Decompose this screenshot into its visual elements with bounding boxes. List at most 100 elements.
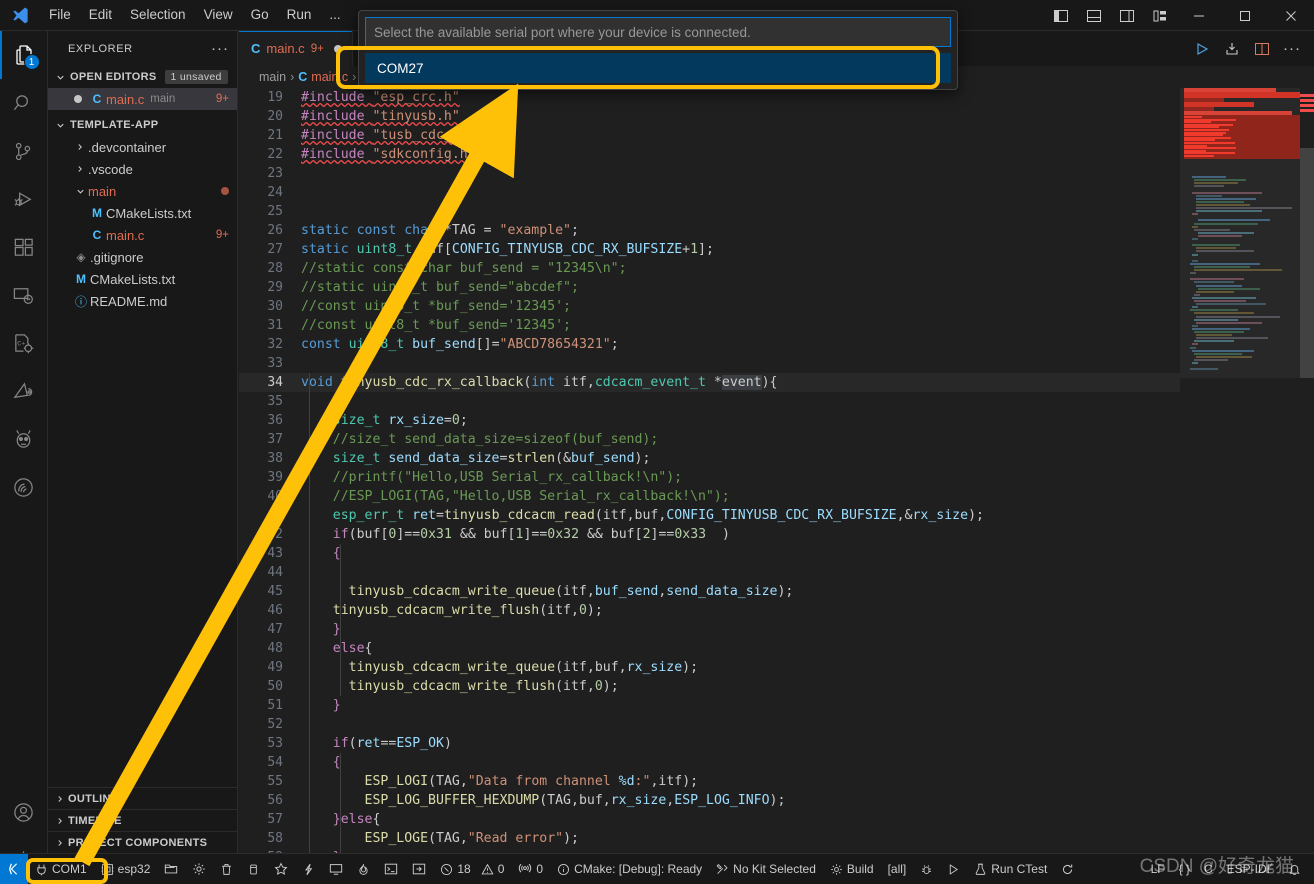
code-editor[interactable]: 19 #include "esp_crc.h" 20 #include "tinyus… <box>239 88 1314 853</box>
code-line[interactable]: 33 <box>239 354 1180 373</box>
tab-main-c[interactable]: C main.c 9+ <box>239 31 353 66</box>
code-line[interactable]: 28 //static const char buf_send = "12345\… <box>239 259 1180 278</box>
tree-item-devcontainer[interactable]: .devcontainer <box>48 136 237 158</box>
run-file-icon[interactable] <box>1188 34 1216 64</box>
code-line[interactable]: 30 //const uint8_t *buf_send='12345'; <box>239 297 1180 316</box>
split-editor-icon[interactable] <box>1248 34 1276 64</box>
sidebar-more-actions-icon[interactable]: ··· <box>211 40 229 57</box>
code-line[interactable]: 55 ESP_LOGI(TAG,"Data from channel %d:",… <box>239 772 1180 791</box>
tree-item-readme[interactable]: ⓘ README.md <box>48 290 237 312</box>
status-problems-errors[interactable]: 18 0 <box>433 854 511 884</box>
status-build-flash-monitor[interactable] <box>295 854 322 884</box>
code-line[interactable]: 51 } <box>239 696 1180 715</box>
status-sdk-configuration[interactable] <box>185 854 213 884</box>
status-cmake-launch[interactable] <box>940 854 967 884</box>
code-line[interactable]: 42 if(buf[0]==0x31 && buf[1]==0x32 && bu… <box>239 525 1180 544</box>
code-line[interactable]: 58 ESP_LOGE(TAG,"Read error"); <box>239 829 1180 848</box>
status-ports[interactable]: 0 <box>511 854 550 884</box>
status-favorites[interactable] <box>267 854 295 884</box>
code-line[interactable]: 35 <box>239 392 1180 411</box>
tree-item-main-cmakelists[interactable]: M CMakeLists.txt <box>48 202 237 224</box>
code-line[interactable]: 20 #include "tinyusb.h" <box>239 107 1180 126</box>
status-flash-device[interactable] <box>240 854 267 884</box>
status-open-external[interactable] <box>405 854 433 884</box>
status-cmake-state[interactable]: CMake: [Debug]: Ready <box>550 854 709 884</box>
code-line[interactable]: 31 //const uint8_t *buf_send='12345'; <box>239 316 1180 335</box>
menu-file[interactable]: File <box>40 3 80 27</box>
close-icon[interactable] <box>1268 0 1314 31</box>
activity-platformio[interactable] <box>0 415 48 463</box>
status-cmake-debug[interactable] <box>913 854 940 884</box>
status-flame[interactable] <box>350 854 377 884</box>
status-cmake-kit[interactable]: No Kit Selected <box>709 854 823 884</box>
code-line[interactable]: 21 #include "tusb_cdc_acm.h" <box>239 126 1180 145</box>
menu-edit[interactable]: Edit <box>80 3 121 27</box>
quick-pick-item-com27[interactable]: COM27 <box>365 53 951 83</box>
code-line[interactable]: 41 esp_err_t ret=tinyusb_cdcacm_read(itf… <box>239 506 1180 525</box>
status-target-chip[interactable]: esp32 <box>94 854 158 884</box>
code-line[interactable]: 37 //size_t send_data_size=sizeof(buf_se… <box>239 430 1180 449</box>
code-line[interactable]: 40 //ESP_LOGI(TAG,"Hello,USB Serial_rx_c… <box>239 487 1180 506</box>
tree-item-vscode[interactable]: .vscode <box>48 158 237 180</box>
code-line[interactable]: 45 tinyusb_cdcacm_write_queue(itf,buf_se… <box>239 582 1180 601</box>
code-line[interactable]: 44 <box>239 563 1180 582</box>
activity-search[interactable] <box>0 79 48 127</box>
code-line[interactable]: 53 if(ret==ESP_OK) <box>239 734 1180 753</box>
minimap[interactable] <box>1180 88 1300 853</box>
activity-source-control[interactable] <box>0 127 48 175</box>
code-line[interactable]: 27 static uint8_t buf[CONFIG_TINYUSB_CDC_… <box>239 240 1180 259</box>
code-line[interactable]: 56 ESP_LOG_BUFFER_HEXDUMP(TAG,buf,rx_siz… <box>239 791 1180 810</box>
code-line[interactable]: 54 { <box>239 753 1180 772</box>
status-open-terminal[interactable] <box>377 854 405 884</box>
status-cmake-target[interactable]: [all] <box>881 854 914 884</box>
activity-cmake-tools[interactable]: C+ <box>0 319 48 367</box>
code-line[interactable]: 38 size_t send_data_size=strlen(&buf_sen… <box>239 449 1180 468</box>
flash-download-icon[interactable] <box>1218 34 1246 64</box>
menu-view[interactable]: View <box>195 3 242 27</box>
remote-window-icon[interactable] <box>0 853 28 884</box>
menu-go[interactable]: Go <box>242 3 278 27</box>
status-cmake-build[interactable]: Build <box>823 854 881 884</box>
menu-run[interactable]: Run <box>278 3 321 27</box>
activity-extensions[interactable] <box>0 223 48 271</box>
toggle-panel-icon[interactable] <box>1077 0 1110 31</box>
code-line[interactable]: 34 void tinyusb_cdc_rx_callback(int itf,c… <box>239 373 1180 392</box>
editor-scrollbar[interactable] <box>1300 88 1314 853</box>
tree-item-gitignore[interactable]: ◈ .gitignore <box>48 246 237 268</box>
quick-pick-dialog[interactable]: COM27 <box>358 10 958 90</box>
status-run-ctest[interactable]: Run CTest <box>967 854 1054 884</box>
status-eol[interactable]: LF <box>1144 854 1172 884</box>
status-refresh[interactable] <box>1054 854 1081 884</box>
status-esp-idf-version[interactable]: ESP-IDF <box>1220 854 1281 884</box>
code-line[interactable]: 43 { <box>239 544 1180 563</box>
code-line[interactable]: 19 #include "esp_crc.h" <box>239 88 1180 107</box>
tree-item-main-folder[interactable]: main <box>48 180 237 202</box>
code-line[interactable]: 57 }else{ <box>239 810 1180 829</box>
minimize-icon[interactable] <box>1176 0 1222 31</box>
section-open-editors[interactable]: OPEN EDITORS 1 unsaved <box>48 66 237 88</box>
serial-port-input[interactable] <box>365 17 951 47</box>
open-editor-main-c[interactable]: C main.c main 9+ <box>48 88 237 110</box>
activity-run-debug[interactable] <box>0 175 48 223</box>
code-line[interactable]: 49 tinyusb_cdcacm_write_queue(itf,buf,rx… <box>239 658 1180 677</box>
toggle-secondary-sidebar-icon[interactable] <box>1110 0 1143 31</box>
code-lines[interactable]: 19 #include "esp_crc.h" 20 #include "tinyus… <box>239 88 1180 853</box>
activity-accounts[interactable] <box>0 788 48 836</box>
status-notifications[interactable] <box>1281 854 1308 884</box>
code-line[interactable]: 32 const uint8_t buf_send[]="ABCD78654321… <box>239 335 1180 354</box>
code-line[interactable]: 36 size_t rx_size=0; <box>239 411 1180 430</box>
status-full-clean[interactable] <box>213 854 240 884</box>
section-timeline[interactable]: TIMELINE <box>48 809 237 831</box>
code-line[interactable]: 22 #include "sdkconfig.h" <box>239 145 1180 164</box>
scrollbar-thumb[interactable] <box>1300 148 1314 378</box>
code-line[interactable]: 29 //static uint8_t buf_send="abcdef"; <box>239 278 1180 297</box>
code-line[interactable]: 24 <box>239 183 1180 202</box>
code-line[interactable]: 46 tinyusb_cdcacm_write_flush(itf,0); <box>239 601 1180 620</box>
status-monitor-device[interactable] <box>322 854 350 884</box>
section-project-components[interactable]: PROJECT COMPONENTS <box>48 831 237 853</box>
code-line[interactable]: 25 <box>239 202 1180 221</box>
code-line[interactable]: 52 <box>239 715 1180 734</box>
code-line[interactable]: 48 else{ <box>239 639 1180 658</box>
status-open-project[interactable] <box>157 854 185 884</box>
maximize-icon[interactable] <box>1222 0 1268 31</box>
